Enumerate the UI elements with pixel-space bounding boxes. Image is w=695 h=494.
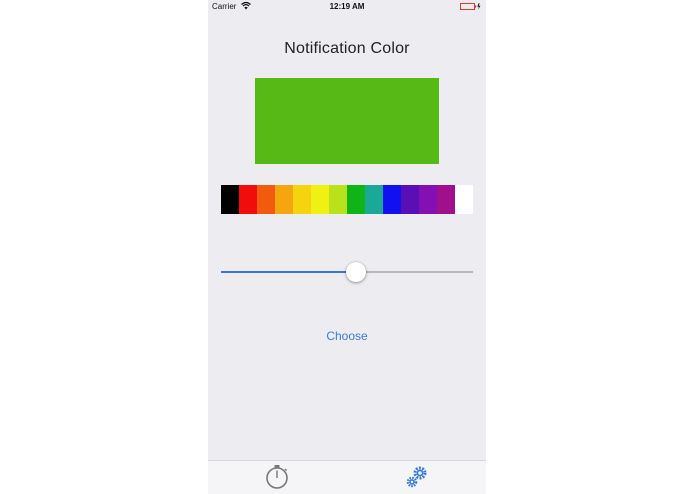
color-swatch[interactable] bbox=[455, 185, 473, 214]
color-swatch[interactable] bbox=[329, 185, 347, 214]
color-swatch[interactable] bbox=[347, 185, 365, 214]
tab-settings[interactable] bbox=[403, 463, 431, 491]
color-swatch[interactable] bbox=[275, 185, 293, 214]
color-swatch[interactable] bbox=[365, 185, 383, 214]
color-palette bbox=[221, 185, 473, 214]
choose-button[interactable]: Choose bbox=[208, 329, 486, 343]
color-swatch[interactable] bbox=[239, 185, 257, 214]
status-bar: Carrier 12:19 AM bbox=[208, 0, 486, 14]
color-swatch[interactable] bbox=[419, 185, 437, 214]
slider-thumb[interactable] bbox=[346, 262, 366, 282]
app-screen: Carrier 12:19 AM Notification Color Choo… bbox=[208, 0, 486, 494]
slider-track-filled[interactable] bbox=[221, 271, 356, 273]
status-time: 12:19 AM bbox=[329, 2, 365, 11]
battery-icon bbox=[460, 3, 481, 10]
slider-track-empty[interactable] bbox=[356, 271, 473, 273]
tab-timer[interactable] bbox=[263, 463, 291, 491]
stopwatch-icon bbox=[266, 465, 288, 489]
page-title: Notification Color bbox=[284, 40, 410, 57]
color-swatch[interactable] bbox=[221, 185, 239, 214]
color-swatch[interactable] bbox=[437, 185, 455, 214]
color-swatch[interactable] bbox=[401, 185, 419, 214]
color-swatch[interactable] bbox=[383, 185, 401, 214]
color-swatch[interactable] bbox=[311, 185, 329, 214]
color-preview bbox=[255, 78, 439, 164]
color-swatch[interactable] bbox=[257, 185, 275, 214]
tab-bar bbox=[208, 460, 486, 494]
gears-icon bbox=[406, 466, 427, 488]
color-swatch[interactable] bbox=[293, 185, 311, 214]
